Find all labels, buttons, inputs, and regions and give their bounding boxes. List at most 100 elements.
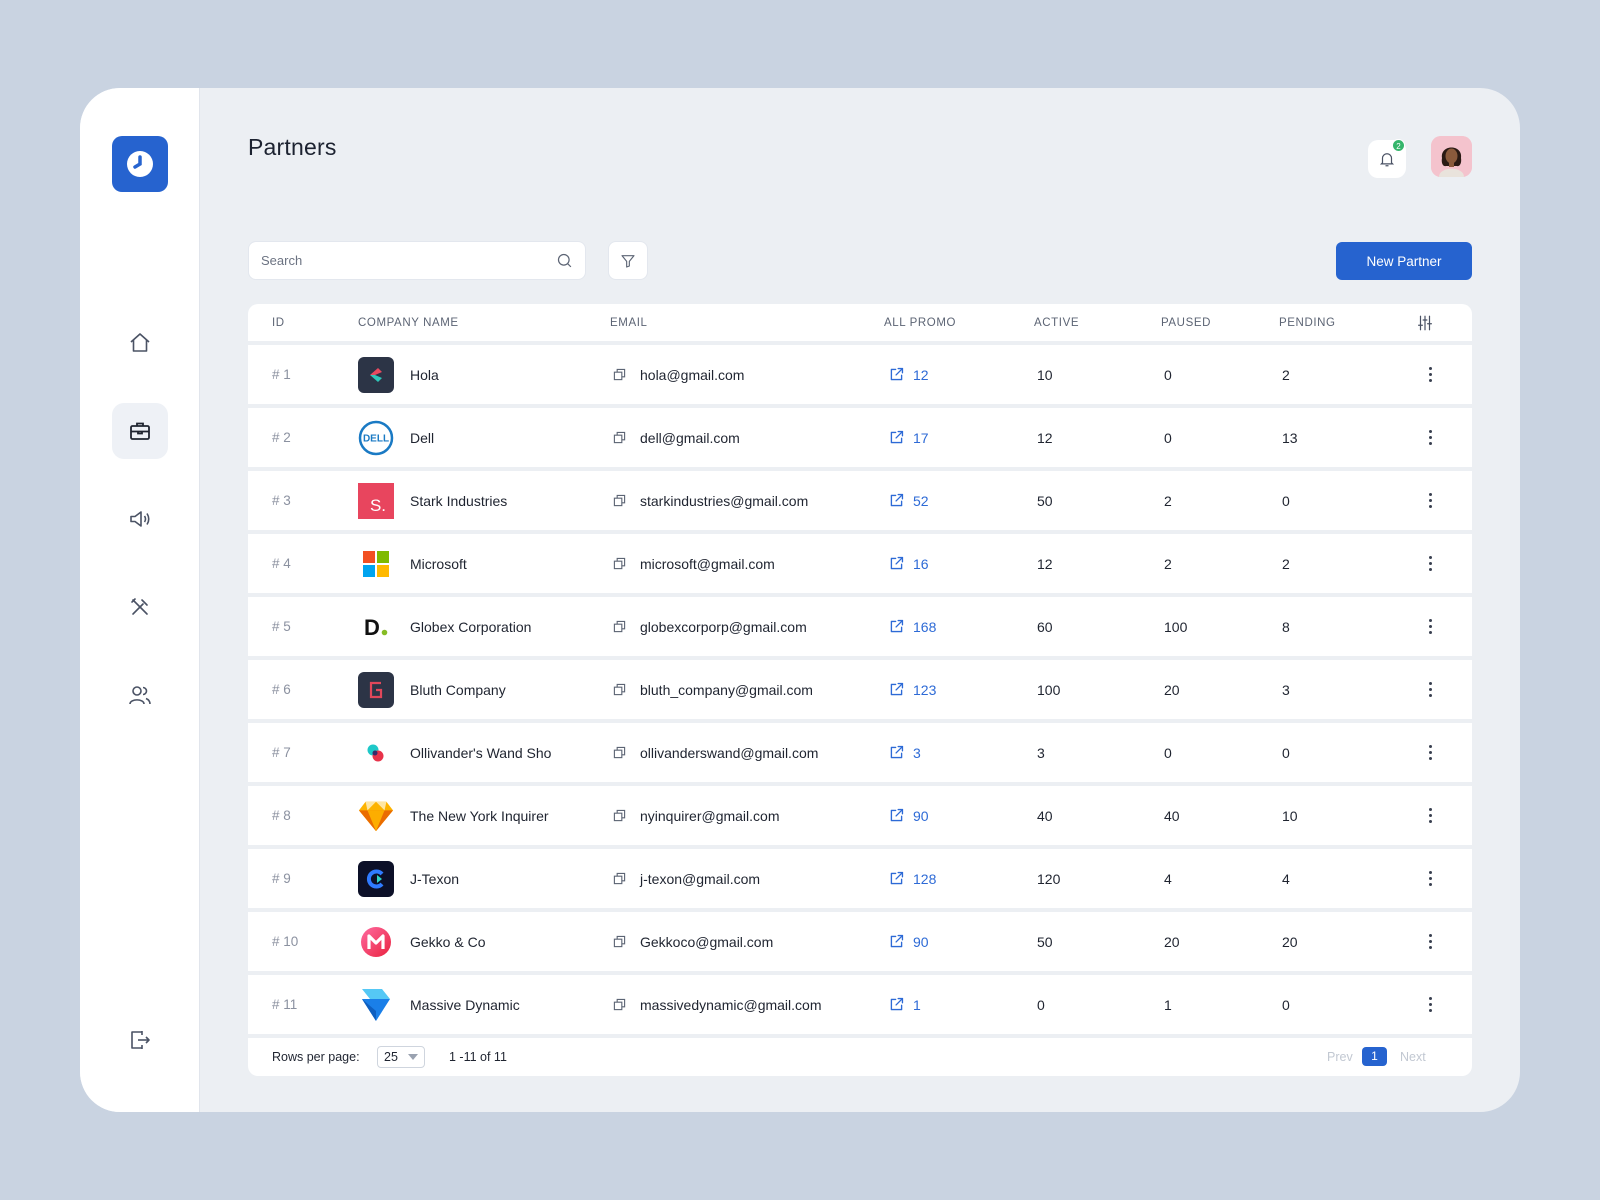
prev-page-button[interactable]: Prev: [1327, 1050, 1353, 1064]
search-icon[interactable]: [556, 252, 573, 269]
row-menu-button[interactable]: [1424, 745, 1436, 760]
copy-icon[interactable]: [613, 620, 626, 633]
company-name[interactable]: The New York Inquirer: [410, 808, 549, 824]
promo-link[interactable]: 90: [888, 933, 929, 950]
promo-link[interactable]: 1: [888, 996, 921, 1013]
promo-link[interactable]: 52: [888, 492, 929, 509]
row-menu-button[interactable]: [1424, 556, 1436, 571]
column-header-company[interactable]: COMPANY NAME: [358, 317, 459, 329]
copy-icon[interactable]: [613, 872, 626, 885]
search-input[interactable]: [261, 253, 556, 268]
rows-per-page-label: Rows per page:: [272, 1050, 360, 1064]
company-name[interactable]: Bluth Company: [410, 682, 506, 698]
row-menu-button[interactable]: [1424, 808, 1436, 823]
pending-count: 0: [1282, 492, 1290, 509]
promo-link[interactable]: 123: [888, 681, 936, 698]
main-content: Partners 2 New Partner ID COM: [200, 88, 1520, 1112]
promo-link[interactable]: 12: [888, 366, 929, 383]
column-header-paused[interactable]: PAUSED: [1161, 317, 1211, 329]
row-menu-button[interactable]: [1424, 619, 1436, 634]
email-cell: starkindustries@gmail.com: [613, 493, 808, 509]
app-logo[interactable]: [112, 136, 168, 192]
copy-icon[interactable]: [613, 368, 626, 381]
table-row[interactable]: # 6 Bluth Company bluth_company@gmail.com 1…: [248, 660, 1472, 719]
filter-button[interactable]: [608, 241, 648, 280]
external-link-icon: [888, 555, 913, 572]
column-settings-button[interactable]: [1416, 314, 1434, 332]
column-header-id[interactable]: ID: [272, 317, 285, 329]
search-field[interactable]: [248, 241, 586, 280]
company-name[interactable]: Massive Dynamic: [410, 997, 520, 1013]
row-menu-button[interactable]: [1424, 871, 1436, 886]
row-menu-button[interactable]: [1424, 682, 1436, 697]
promo-link[interactable]: 168: [888, 618, 936, 635]
rows-per-page-select[interactable]: 25: [377, 1046, 425, 1068]
company-name[interactable]: Stark Industries: [410, 493, 507, 509]
sidebar-item-campaigns[interactable]: [112, 491, 168, 547]
promo-cell: 16: [888, 555, 929, 572]
sidebar-item-tools[interactable]: [112, 579, 168, 635]
current-page-button[interactable]: 1: [1362, 1047, 1387, 1066]
logo-icon: [127, 151, 153, 177]
company-logo: [358, 798, 410, 834]
next-page-button[interactable]: Next: [1400, 1050, 1426, 1064]
active-count: 50: [1037, 492, 1053, 509]
row-id: # 8: [272, 808, 291, 823]
company-name[interactable]: Ollivander's Wand Sho: [410, 745, 551, 761]
logout-button[interactable]: [112, 1012, 168, 1068]
table-row[interactable]: # 1 Hola hola@gmail.com 12 10 0 2: [248, 345, 1472, 404]
sidebar-item-users[interactable]: [112, 667, 168, 723]
email-value: microsoft@gmail.com: [640, 555, 775, 572]
external-link-icon: [888, 681, 913, 698]
copy-icon[interactable]: [613, 746, 626, 759]
copy-icon[interactable]: [613, 683, 626, 696]
table-row[interactable]: # 5 D Globex Corporation globexcorporp@gmai…: [248, 597, 1472, 656]
table-row[interactable]: # 2 DELL Dell dell@gmail.com 17 12 0 13: [248, 408, 1472, 467]
company-cell: Hola: [358, 356, 439, 393]
table-row[interactable]: # 9 J-Texon j-texon@gmail.com 128 120 4 4: [248, 849, 1472, 908]
rows-per-page-value: 25: [384, 1050, 398, 1064]
promo-link[interactable]: 17: [888, 429, 929, 446]
promo-link[interactable]: 128: [888, 870, 936, 887]
column-header-active[interactable]: ACTIVE: [1034, 317, 1079, 329]
copy-icon[interactable]: [613, 998, 626, 1011]
copy-icon[interactable]: [613, 935, 626, 948]
external-link-icon: [888, 807, 913, 824]
company-name[interactable]: J-Texon: [410, 871, 459, 887]
sidebar-item-partners[interactable]: [112, 403, 168, 459]
company-name[interactable]: Gekko & Co: [410, 934, 485, 950]
notification-badge: 2: [1392, 139, 1405, 152]
promo-link[interactable]: 90: [888, 807, 929, 824]
copy-icon[interactable]: [613, 494, 626, 507]
company-name[interactable]: Globex Corporation: [410, 619, 531, 635]
row-menu-button[interactable]: [1424, 997, 1436, 1012]
table-row[interactable]: # 3 S. Stark Industries starkindustries@gma…: [248, 471, 1472, 530]
row-menu-button[interactable]: [1424, 934, 1436, 949]
table-row[interactable]: # 11 Massive Dynamic massivedynamic@gmail.…: [248, 975, 1472, 1034]
new-partner-button[interactable]: New Partner: [1336, 242, 1472, 280]
column-header-promo[interactable]: ALL PROMO: [884, 317, 956, 329]
table-row[interactable]: # 8 The New York Inquirer nyinquirer@gmail…: [248, 786, 1472, 845]
column-header-email[interactable]: EMAIL: [610, 317, 648, 329]
table-row[interactable]: # 7 Ollivander's Wand Sho ollivanderswand@…: [248, 723, 1472, 782]
briefcase-icon: [130, 422, 150, 440]
row-menu-button[interactable]: [1424, 493, 1436, 508]
copy-icon[interactable]: [613, 557, 626, 570]
column-header-pending[interactable]: PENDING: [1279, 317, 1336, 329]
promo-count: 90: [913, 807, 929, 824]
user-avatar[interactable]: [1431, 136, 1472, 177]
row-menu-button[interactable]: [1424, 430, 1436, 445]
promo-link[interactable]: 3: [888, 744, 921, 761]
row-menu-button[interactable]: [1424, 367, 1436, 382]
copy-icon[interactable]: [613, 809, 626, 822]
notifications-button[interactable]: 2: [1368, 139, 1406, 178]
copy-icon[interactable]: [613, 431, 626, 444]
table-row[interactable]: # 10 Gekko & Co Gekkoco@gmail.com 90 50 20 20: [248, 912, 1472, 971]
table-row[interactable]: # 4 Microsoft microsoft@gmail.com 16 12 2 2: [248, 534, 1472, 593]
company-name[interactable]: Hola: [410, 367, 439, 383]
sidebar-item-home[interactable]: [112, 315, 168, 371]
company-name[interactable]: Dell: [410, 430, 434, 446]
company-name[interactable]: Microsoft: [410, 556, 467, 572]
pending-count: 2: [1282, 555, 1290, 572]
promo-link[interactable]: 16: [888, 555, 929, 572]
